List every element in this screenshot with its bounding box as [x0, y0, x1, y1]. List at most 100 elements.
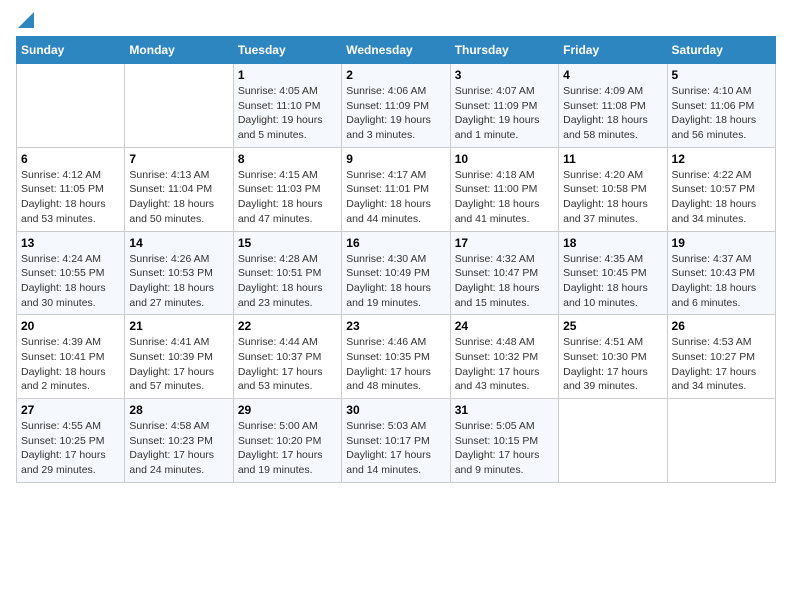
day-number: 20	[21, 319, 120, 333]
calendar-cell: 16 Sunrise: 4:30 AM Sunset: 10:49 PM Dayl…	[342, 231, 450, 315]
calendar-cell: 5 Sunrise: 4:10 AM Sunset: 11:06 PM Dayli…	[667, 64, 775, 148]
day-info: Sunrise: 4:12 AM Sunset: 11:05 PM Daylig…	[21, 168, 120, 227]
calendar-cell: 28Sunrise: 4:58 AM Sunset: 10:23 PM Dayl…	[125, 399, 233, 483]
day-number: 17	[455, 236, 554, 250]
day-info: Sunrise: 4:07 AM Sunset: 11:09 PM Daylig…	[455, 84, 554, 143]
calendar-cell: 24Sunrise: 4:48 AM Sunset: 10:32 PM Dayl…	[450, 315, 558, 399]
day-number: 18	[563, 236, 662, 250]
calendar-cell	[17, 64, 125, 148]
day-info: Sunrise: 4:28 AM Sunset: 10:51 PM Daylig…	[238, 252, 337, 311]
weekday-header: Tuesday	[233, 37, 341, 64]
calendar-cell: 4Sunrise: 4:09 AM Sunset: 11:08 PM Dayli…	[559, 64, 667, 148]
weekday-header: Wednesday	[342, 37, 450, 64]
calendar-cell	[559, 399, 667, 483]
day-number: 1	[238, 68, 337, 82]
day-number: 22	[238, 319, 337, 333]
day-number: 31	[455, 403, 554, 417]
day-number: 9	[346, 152, 445, 166]
calendar-cell	[125, 64, 233, 148]
logo-triangle-icon	[18, 12, 34, 28]
day-number: 4	[563, 68, 662, 82]
day-info: Sunrise: 5:05 AM Sunset: 10:15 PM Daylig…	[455, 419, 554, 478]
day-info: Sunrise: 4:18 AM Sunset: 11:00 PM Daylig…	[455, 168, 554, 227]
calendar-cell: 30 Sunrise: 5:03 AM Sunset: 10:17 PM Dayl…	[342, 399, 450, 483]
day-info: Sunrise: 4:26 AM Sunset: 10:53 PM Daylig…	[129, 252, 228, 311]
calendar-cell: 10Sunrise: 4:18 AM Sunset: 11:00 PM Dayl…	[450, 147, 558, 231]
calendar-cell: 8 Sunrise: 4:15 AM Sunset: 11:03 PM Dayli…	[233, 147, 341, 231]
day-number: 24	[455, 319, 554, 333]
day-number: 7	[129, 152, 228, 166]
day-info: Sunrise: 4:24 AM Sunset: 10:55 PM Daylig…	[21, 252, 120, 311]
calendar-cell: 23 Sunrise: 4:46 AM Sunset: 10:35 PM Dayl…	[342, 315, 450, 399]
day-number: 21	[129, 319, 228, 333]
day-number: 12	[672, 152, 771, 166]
calendar-cell: 29 Sunrise: 5:00 AM Sunset: 10:20 PM Dayl…	[233, 399, 341, 483]
calendar-week-row: 6 Sunrise: 4:12 AM Sunset: 11:05 PM Dayli…	[17, 147, 776, 231]
calendar-cell: 17Sunrise: 4:32 AM Sunset: 10:47 PM Dayl…	[450, 231, 558, 315]
day-info: Sunrise: 4:22 AM Sunset: 10:57 PM Daylig…	[672, 168, 771, 227]
calendar-week-row: 1 Sunrise: 4:05 AM Sunset: 11:10 PM Dayli…	[17, 64, 776, 148]
calendar-cell: 3 Sunrise: 4:07 AM Sunset: 11:09 PM Dayli…	[450, 64, 558, 148]
calendar-week-row: 27Sunrise: 4:55 AM Sunset: 10:25 PM Dayl…	[17, 399, 776, 483]
calendar-cell: 25Sunrise: 4:51 AM Sunset: 10:30 PM Dayl…	[559, 315, 667, 399]
day-number: 19	[672, 236, 771, 250]
calendar-cell: 13 Sunrise: 4:24 AM Sunset: 10:55 PM Dayl…	[17, 231, 125, 315]
weekday-header: Sunday	[17, 37, 125, 64]
day-number: 16	[346, 236, 445, 250]
calendar-body: 1 Sunrise: 4:05 AM Sunset: 11:10 PM Dayli…	[17, 64, 776, 483]
calendar-cell: 19 Sunrise: 4:37 AM Sunset: 10:43 PM Dayl…	[667, 231, 775, 315]
day-info: Sunrise: 4:05 AM Sunset: 11:10 PM Daylig…	[238, 84, 337, 143]
day-info: Sunrise: 4:46 AM Sunset: 10:35 PM Daylig…	[346, 335, 445, 394]
day-info: Sunrise: 5:00 AM Sunset: 10:20 PM Daylig…	[238, 419, 337, 478]
day-number: 26	[672, 319, 771, 333]
calendar-cell: 31 Sunrise: 5:05 AM Sunset: 10:15 PM Dayl…	[450, 399, 558, 483]
day-number: 28	[129, 403, 228, 417]
weekday-header: Thursday	[450, 37, 558, 64]
calendar-cell: 14 Sunrise: 4:26 AM Sunset: 10:53 PM Dayl…	[125, 231, 233, 315]
day-number: 8	[238, 152, 337, 166]
calendar-cell: 20 Sunrise: 4:39 AM Sunset: 10:41 PM Dayl…	[17, 315, 125, 399]
day-info: Sunrise: 4:37 AM Sunset: 10:43 PM Daylig…	[672, 252, 771, 311]
day-number: 13	[21, 236, 120, 250]
day-info: Sunrise: 4:20 AM Sunset: 10:58 PM Daylig…	[563, 168, 662, 227]
calendar-header: SundayMondayTuesdayWednesdayThursdayFrid…	[17, 37, 776, 64]
day-info: Sunrise: 4:10 AM Sunset: 11:06 PM Daylig…	[672, 84, 771, 143]
calendar-cell: 21Sunrise: 4:41 AM Sunset: 10:39 PM Dayl…	[125, 315, 233, 399]
day-info: Sunrise: 4:17 AM Sunset: 11:01 PM Daylig…	[346, 168, 445, 227]
day-info: Sunrise: 4:55 AM Sunset: 10:25 PM Daylig…	[21, 419, 120, 478]
calendar-cell: 6 Sunrise: 4:12 AM Sunset: 11:05 PM Dayli…	[17, 147, 125, 231]
calendar-cell: 1 Sunrise: 4:05 AM Sunset: 11:10 PM Dayli…	[233, 64, 341, 148]
day-info: Sunrise: 4:53 AM Sunset: 10:27 PM Daylig…	[672, 335, 771, 394]
day-info: Sunrise: 4:44 AM Sunset: 10:37 PM Daylig…	[238, 335, 337, 394]
logo	[16, 16, 34, 28]
calendar-cell: 22 Sunrise: 4:44 AM Sunset: 10:37 PM Dayl…	[233, 315, 341, 399]
day-info: Sunrise: 4:51 AM Sunset: 10:30 PM Daylig…	[563, 335, 662, 394]
day-number: 3	[455, 68, 554, 82]
day-number: 23	[346, 319, 445, 333]
day-number: 11	[563, 152, 662, 166]
day-info: Sunrise: 4:13 AM Sunset: 11:04 PM Daylig…	[129, 168, 228, 227]
weekday-header: Friday	[559, 37, 667, 64]
day-info: Sunrise: 4:30 AM Sunset: 10:49 PM Daylig…	[346, 252, 445, 311]
page-header	[16, 16, 776, 28]
calendar-cell: 15 Sunrise: 4:28 AM Sunset: 10:51 PM Dayl…	[233, 231, 341, 315]
calendar-cell: 18 Sunrise: 4:35 AM Sunset: 10:45 PM Dayl…	[559, 231, 667, 315]
day-number: 6	[21, 152, 120, 166]
day-number: 14	[129, 236, 228, 250]
calendar-cell: 2Sunrise: 4:06 AM Sunset: 11:09 PM Dayli…	[342, 64, 450, 148]
weekday-header: Monday	[125, 37, 233, 64]
calendar-cell: 11 Sunrise: 4:20 AM Sunset: 10:58 PM Dayl…	[559, 147, 667, 231]
day-number: 15	[238, 236, 337, 250]
day-number: 30	[346, 403, 445, 417]
day-number: 29	[238, 403, 337, 417]
day-info: Sunrise: 4:06 AM Sunset: 11:09 PM Daylig…	[346, 84, 445, 143]
weekday-header: Saturday	[667, 37, 775, 64]
calendar-week-row: 13 Sunrise: 4:24 AM Sunset: 10:55 PM Dayl…	[17, 231, 776, 315]
calendar-cell	[667, 399, 775, 483]
calendar-cell: 26 Sunrise: 4:53 AM Sunset: 10:27 PM Dayl…	[667, 315, 775, 399]
day-info: Sunrise: 5:03 AM Sunset: 10:17 PM Daylig…	[346, 419, 445, 478]
day-info: Sunrise: 4:35 AM Sunset: 10:45 PM Daylig…	[563, 252, 662, 311]
day-info: Sunrise: 4:15 AM Sunset: 11:03 PM Daylig…	[238, 168, 337, 227]
day-info: Sunrise: 4:39 AM Sunset: 10:41 PM Daylig…	[21, 335, 120, 394]
day-number: 5	[672, 68, 771, 82]
